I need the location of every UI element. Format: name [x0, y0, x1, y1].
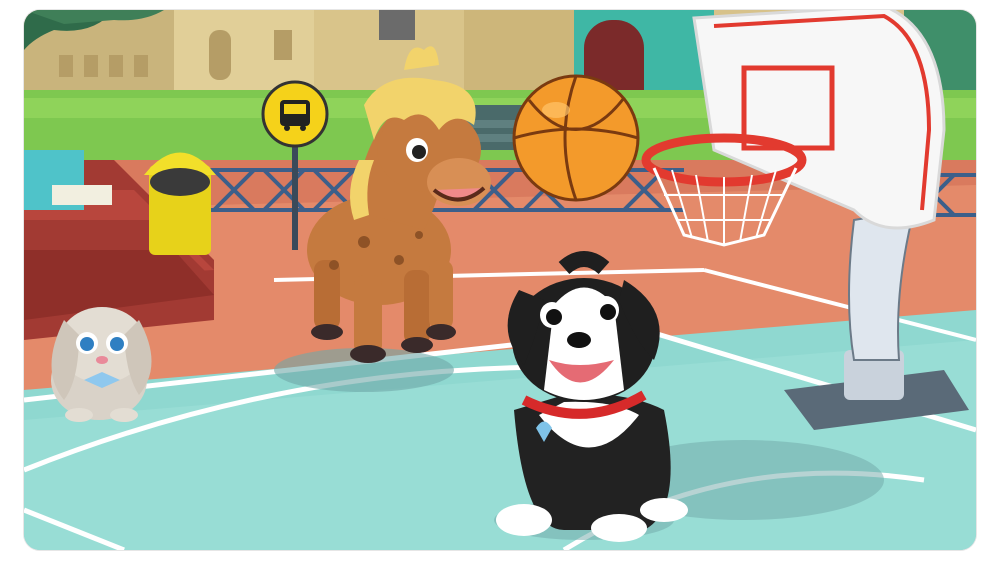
game-scene	[24, 10, 976, 550]
book	[52, 185, 112, 205]
bunny-icon	[51, 307, 152, 422]
trash-can-icon	[144, 152, 216, 255]
game-viewport	[24, 10, 976, 550]
basketball-icon	[512, 74, 640, 202]
